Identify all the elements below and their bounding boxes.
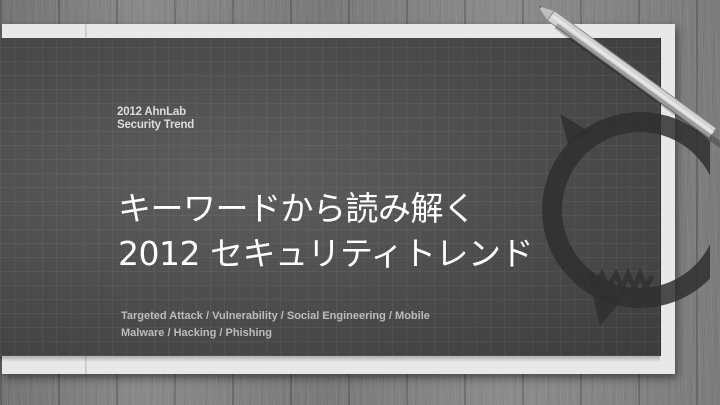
title-line-2: 2012 セキュリティトレンド [118,234,534,273]
brand-line-2: Security Trend [117,119,195,131]
keyword-list: Targeted Attack / Vulnerability / Social… [121,308,430,342]
title-line-1: キーワードから読み解く [118,189,476,228]
keywords-line-2: Malware / Hacking / Phishing [121,327,272,339]
slide-title: キーワードから読み解く 2012 セキュリティトレンド [118,186,534,276]
ahnlab-emblem-icon [542,112,710,326]
slide-board: 2012 AhnLab Security Trend キーワードから読み解く 2… [0,38,710,356]
keywords-line-1: Targeted Attack / Vulnerability / Social… [121,310,430,322]
board-shadow [0,356,660,362]
brand-label: 2012 AhnLab Security Trend [117,106,194,132]
brand-line-1: 2012 AhnLab [117,106,186,118]
